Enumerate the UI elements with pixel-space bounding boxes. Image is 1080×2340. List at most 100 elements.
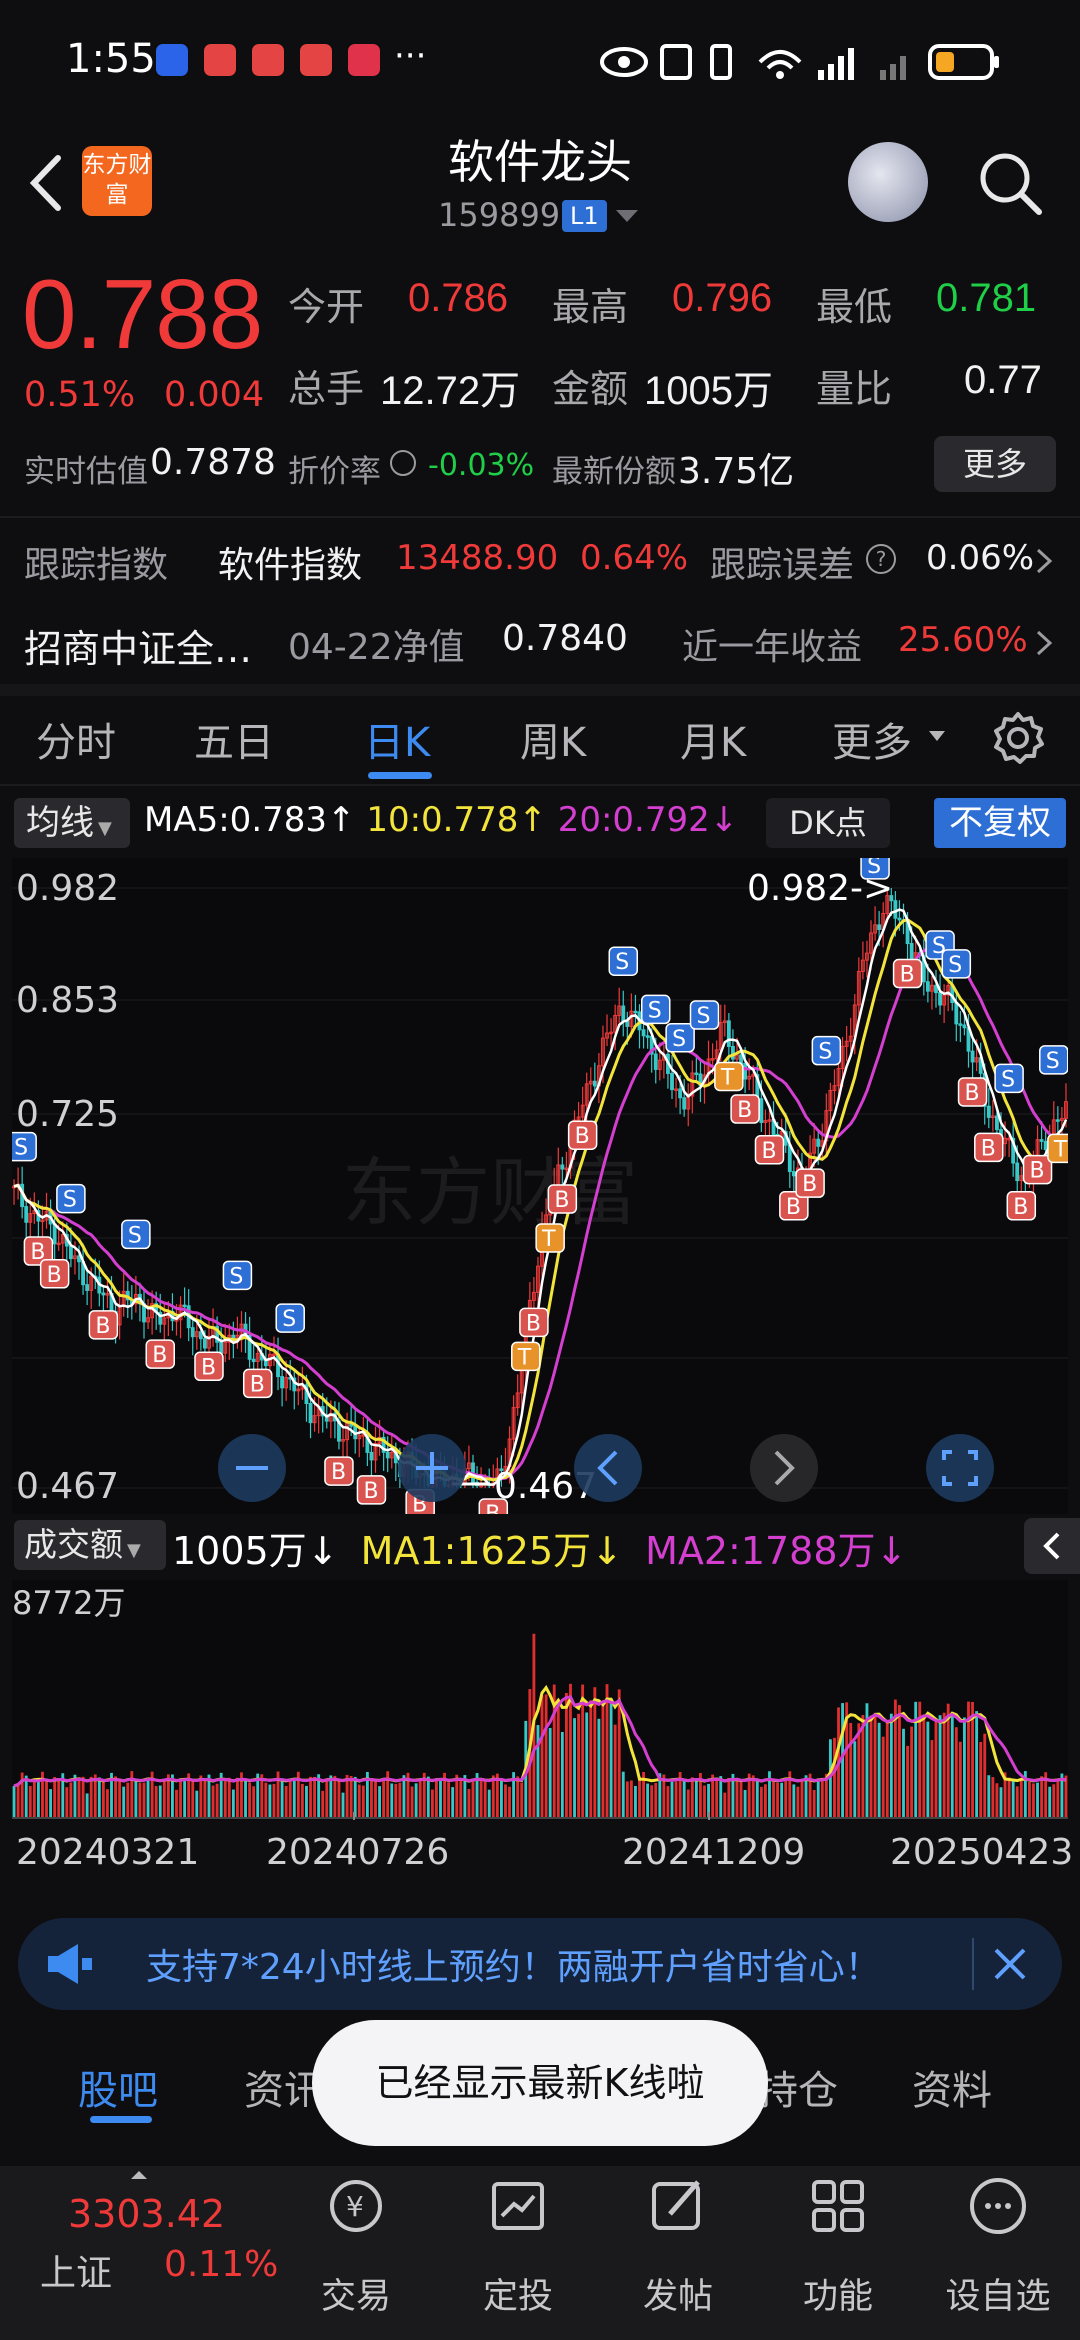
volume-bar [869, 1715, 873, 1818]
nav-functions[interactable]: 功能 [778, 2268, 898, 2319]
volume-bar [215, 1783, 219, 1818]
volume-bar [89, 1776, 93, 1818]
signal-marker-letter: B [900, 963, 915, 988]
watermark: 东方财富 [342, 1150, 638, 1236]
volume-bar [459, 1779, 463, 1818]
chevron-right-icon[interactable] [1034, 628, 1056, 658]
volume-bar [751, 1775, 755, 1818]
tab-holdings[interactable]: 持仓 [758, 2058, 838, 2116]
chevron-right-icon[interactable] [1034, 546, 1056, 576]
volume-bar [548, 1727, 552, 1818]
trade-icon[interactable]: ¥ [324, 2174, 388, 2238]
help-icon[interactable]: ? [866, 544, 896, 574]
nav-post[interactable]: 发帖 [618, 2268, 738, 2319]
search-icon[interactable] [975, 148, 1045, 218]
volume-bar [1015, 1786, 1019, 1818]
volume-bar [402, 1775, 406, 1818]
tab-more[interactable]: 更多 [832, 710, 912, 768]
nav-invest-plan[interactable]: 定投 [458, 2268, 578, 2319]
volume-bar [223, 1780, 227, 1818]
stock-code[interactable]: 159899 [438, 196, 560, 234]
volume-bar [1027, 1781, 1031, 1818]
invest-plan-icon[interactable] [486, 2174, 550, 2238]
volume-bar [235, 1777, 239, 1818]
zoom-out-button[interactable] [218, 1434, 286, 1502]
index-value[interactable]: 3303.42 [68, 2192, 225, 2236]
info-icon[interactable] [390, 450, 416, 476]
settings-gear-icon[interactable] [990, 710, 1046, 766]
zoom-in-button[interactable] [398, 1434, 466, 1502]
scroll-left-button[interactable] [574, 1434, 642, 1502]
tracking-index-name[interactable]: 软件指数 [218, 536, 362, 588]
nav-trade[interactable]: 交易 [296, 2268, 416, 2319]
tab-weekly-k[interactable]: 周K [520, 710, 586, 768]
signal-marker-letter: S [615, 950, 629, 975]
open-label: 今开 [288, 285, 365, 329]
post-icon[interactable] [646, 2174, 710, 2238]
status-time: 1:55 [66, 36, 156, 82]
volume-bar [597, 1718, 601, 1818]
volume-bar [885, 1720, 889, 1818]
signal-marker-letter: S [818, 1040, 832, 1065]
nav-add-watchlist[interactable]: 设自选 [938, 2268, 1058, 2319]
candle-body [1039, 1139, 1044, 1142]
tab-forum[interactable]: 股吧 [78, 2058, 158, 2116]
volume-bar [447, 1782, 451, 1818]
collapse-panel-button[interactable] [1024, 1518, 1080, 1574]
volume-bar [467, 1788, 471, 1818]
volume-bar [508, 1786, 511, 1818]
ma20-value: 20:0.792↓ [557, 800, 739, 840]
tab-monthly-k[interactable]: 月K [680, 710, 746, 768]
high-value: 0.796 [672, 276, 773, 320]
tab-five-day[interactable]: 五日 [194, 710, 274, 768]
candle-body [369, 1451, 374, 1461]
volume-bar [1007, 1777, 1011, 1818]
date-label: 20240321 [16, 1832, 200, 1873]
huawei-app-icon [348, 44, 380, 76]
adjust-mode-button[interactable]: 不复权 [934, 798, 1066, 848]
volume-bar [487, 1789, 491, 1818]
indicator-selector[interactable]: 均线 ▼ [14, 798, 130, 848]
volume-bar [812, 1789, 816, 1818]
tab-profile[interactable]: 资料 [912, 2058, 992, 2116]
functions-icon[interactable] [806, 2174, 870, 2238]
volume-bar [666, 1786, 670, 1818]
volume-bar [426, 1776, 430, 1818]
volume-bar [175, 1789, 178, 1818]
chevron-down-icon[interactable] [614, 208, 640, 224]
candle-body [986, 1105, 991, 1118]
promo-banner-text[interactable]: 支持7*24小时线上预约！两融开户省时省心！ [146, 1938, 881, 1990]
scroll-right-button[interactable] [750, 1434, 818, 1502]
dk-points-button[interactable]: DK点 [766, 798, 890, 848]
volume-bar [739, 1780, 743, 1818]
candle-body [954, 1001, 959, 1025]
volume-bar [499, 1779, 503, 1818]
volume-bar [361, 1785, 365, 1818]
close-icon[interactable] [990, 1944, 1030, 1984]
index-name[interactable]: 上证 [40, 2244, 112, 2296]
ratio-value: 0.77 [964, 358, 1042, 402]
ma10-value: 10:0.778↑ [366, 800, 547, 840]
volume-indicator-selector[interactable]: 成交额 ▼ [14, 1520, 166, 1570]
volume-bar [987, 1775, 991, 1818]
signal-marker-letter: S [696, 1004, 710, 1029]
tab-daily-k[interactable]: 日K [364, 710, 430, 768]
ai-assistant-avatar[interactable] [848, 142, 928, 222]
candle-body [743, 1062, 748, 1080]
indicator-selector-label: 均线 [26, 803, 94, 843]
level-badge[interactable]: L1 [562, 200, 607, 232]
signal-marker-letter: B [95, 1314, 110, 1339]
more-button[interactable]: 更多 [934, 436, 1056, 492]
add-watchlist-icon[interactable] [966, 2174, 1030, 2238]
fullscreen-button[interactable] [926, 1434, 994, 1502]
tab-intraday[interactable]: 分时 [36, 710, 116, 768]
fund-name[interactable]: 招商中证全… [24, 618, 252, 673]
kline-chart[interactable]: 东方财富 SSSSSSSSSSSSSSSBBBB BBBBBBBBBBBBBBBB… [12, 858, 1068, 1514]
volume-bar [341, 1792, 345, 1818]
volume-bar [382, 1779, 386, 1818]
volume-bar [455, 1774, 459, 1818]
candle-body [251, 1358, 256, 1363]
signal-marker-letter: B [331, 1460, 346, 1485]
volume-bar [690, 1777, 694, 1818]
volume-bar [999, 1787, 1003, 1818]
